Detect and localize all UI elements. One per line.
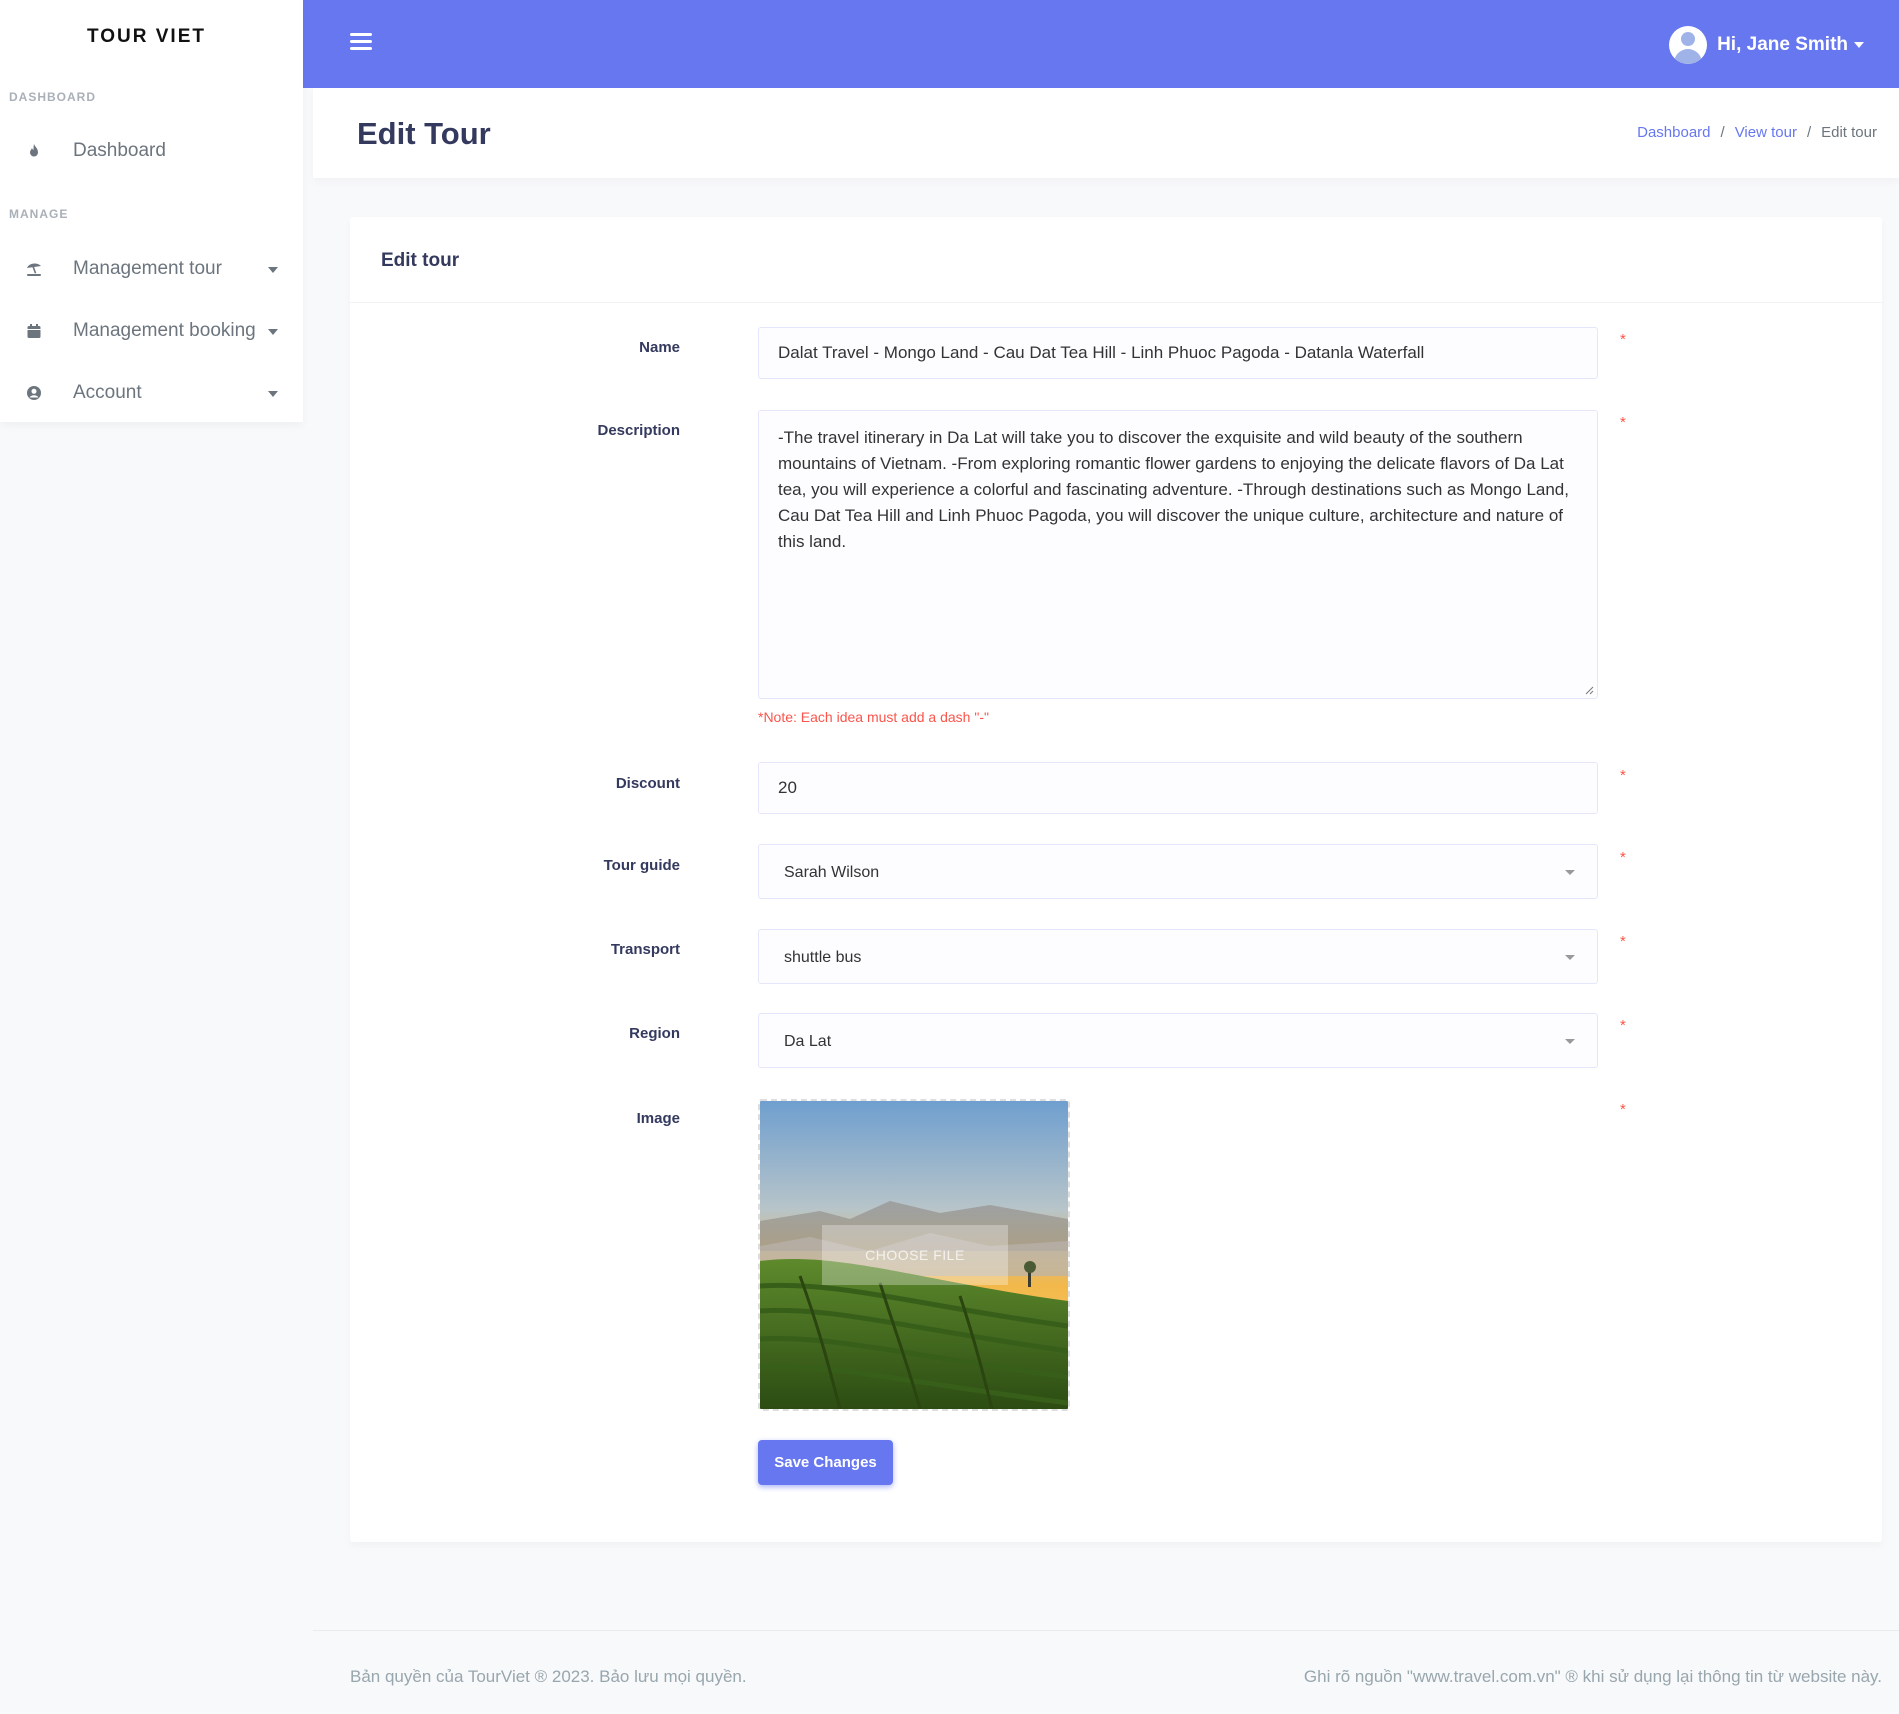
- required-mark: *: [1620, 331, 1626, 348]
- brand-logo[interactable]: TOUR VIET: [0, 26, 293, 48]
- required-mark: *: [1620, 767, 1626, 784]
- footer-copyright: Bản quyền của TourViet ® 2023. Bảo lưu m…: [350, 1667, 747, 1686]
- description-textarea[interactable]: -The travel itinerary in Da Lat will tak…: [758, 410, 1598, 699]
- region-selected-value: Da Lat: [784, 1033, 832, 1050]
- required-mark: *: [1620, 414, 1626, 431]
- breadcrumb-separator: /: [1720, 124, 1725, 141]
- name-label: Name: [639, 339, 680, 356]
- resize-grip-icon[interactable]: [1584, 685, 1594, 695]
- sidebar-item-label: Account: [73, 382, 142, 403]
- description-note: *Note: Each idea must add a dash "-": [758, 709, 989, 725]
- required-mark: *: [1620, 849, 1626, 866]
- required-mark: *: [1620, 1017, 1626, 1034]
- sidebar-item-dashboard[interactable]: Dashboard: [0, 131, 303, 171]
- transport-label: Transport: [610, 941, 680, 958]
- hamburger-menu-icon[interactable]: [350, 31, 372, 51]
- sidebar-item-label: Dashboard: [73, 140, 166, 161]
- calendar-icon: [27, 324, 41, 338]
- sidebar-item-label: Management tour: [73, 258, 222, 279]
- description-label: Description: [597, 422, 680, 439]
- breadcrumb-view-tour-link[interactable]: View tour: [1735, 124, 1797, 141]
- breadcrumb-current: Edit tour: [1821, 124, 1877, 141]
- tour-guide-select[interactable]: Sarah Wilson: [758, 844, 1598, 899]
- sidebar: TOUR VIET DASHBOARD Dashboard MANAGE Man…: [0, 0, 303, 422]
- card-header: Edit tour: [350, 217, 1882, 303]
- beach-umbrella-icon: [27, 263, 41, 276]
- discount-input[interactable]: 20: [758, 762, 1598, 814]
- sidebar-item-label: Management booking: [73, 320, 256, 341]
- chevron-down-icon: [1565, 955, 1575, 960]
- sidebar-item-management-tour[interactable]: Management tour: [0, 249, 303, 289]
- chevron-down-icon: [268, 391, 278, 397]
- menu-header-dashboard: DASHBOARD: [9, 90, 96, 104]
- transport-select[interactable]: shuttle bus: [758, 929, 1598, 984]
- name-input[interactable]: Dalat Travel - Mongo Land - Cau Dat Tea …: [758, 327, 1598, 379]
- chevron-down-icon: [268, 329, 278, 335]
- menu-header-manage: MANAGE: [9, 207, 69, 221]
- region-select[interactable]: Da Lat: [758, 1013, 1598, 1068]
- chevron-down-icon: [1854, 42, 1864, 48]
- image-label: Image: [636, 1110, 680, 1127]
- save-changes-button[interactable]: Save Changes: [758, 1440, 893, 1485]
- choose-file-button[interactable]: CHOOSE FILE: [822, 1225, 1008, 1285]
- chevron-down-icon: [268, 267, 278, 273]
- description-text: -The travel itinerary in Da Lat will tak…: [778, 428, 1569, 551]
- discount-label: Discount: [615, 775, 680, 792]
- fire-icon: [30, 144, 38, 157]
- breadcrumb: Dashboard / View tour / Edit tour: [1637, 124, 1877, 141]
- chevron-down-icon: [1565, 1039, 1575, 1044]
- tour-guide-label: Tour guide: [603, 857, 680, 874]
- user-dropdown[interactable]: Hi, Jane Smith: [1669, 26, 1864, 64]
- breadcrumb-dashboard-link[interactable]: Dashboard: [1637, 124, 1710, 141]
- footer: Bản quyền của TourViet ® 2023. Bảo lưu m…: [313, 1630, 1899, 1714]
- section-header: Edit Tour Dashboard / View tour / Edit t…: [313, 88, 1899, 178]
- avatar: [1669, 26, 1708, 64]
- region-label: Region: [629, 1025, 680, 1042]
- tour-guide-selected-value: Sarah Wilson: [784, 864, 880, 881]
- edit-tour-card: Edit tour Name Dalat Travel - Mongo Land…: [350, 217, 1882, 1542]
- card-title: Edit tour: [381, 250, 460, 271]
- footer-source-note: Ghi rõ nguồn "www.travel.com.vn" ® khi s…: [1303, 1667, 1882, 1686]
- required-mark: *: [1620, 933, 1626, 950]
- required-mark: *: [1620, 1101, 1626, 1118]
- user-greeting: Hi, Jane Smith: [1717, 34, 1848, 55]
- sidebar-item-management-booking[interactable]: Management booking: [0, 311, 303, 351]
- user-circle-icon: [27, 386, 41, 400]
- sidebar-item-account[interactable]: Account: [0, 373, 303, 413]
- transport-selected-value: shuttle bus: [784, 949, 862, 966]
- page-title: Edit Tour: [357, 116, 491, 151]
- chevron-down-icon: [1565, 870, 1575, 875]
- image-upload-preview[interactable]: CHOOSE FILE: [758, 1099, 1070, 1411]
- breadcrumb-separator: /: [1806, 124, 1812, 141]
